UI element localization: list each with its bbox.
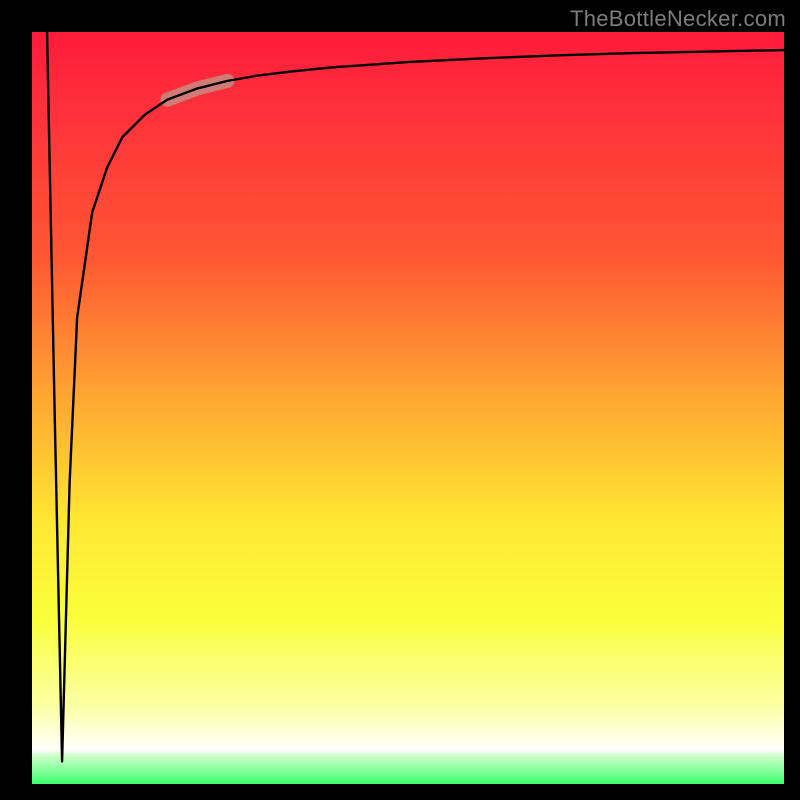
- curve-svg: [32, 32, 784, 784]
- plot-area: [32, 32, 784, 784]
- bottleneck-curve: [47, 32, 784, 761]
- chart-frame: TheBottleNecker.com: [0, 0, 800, 800]
- watermark-text: TheBottleNecker.com: [570, 6, 786, 32]
